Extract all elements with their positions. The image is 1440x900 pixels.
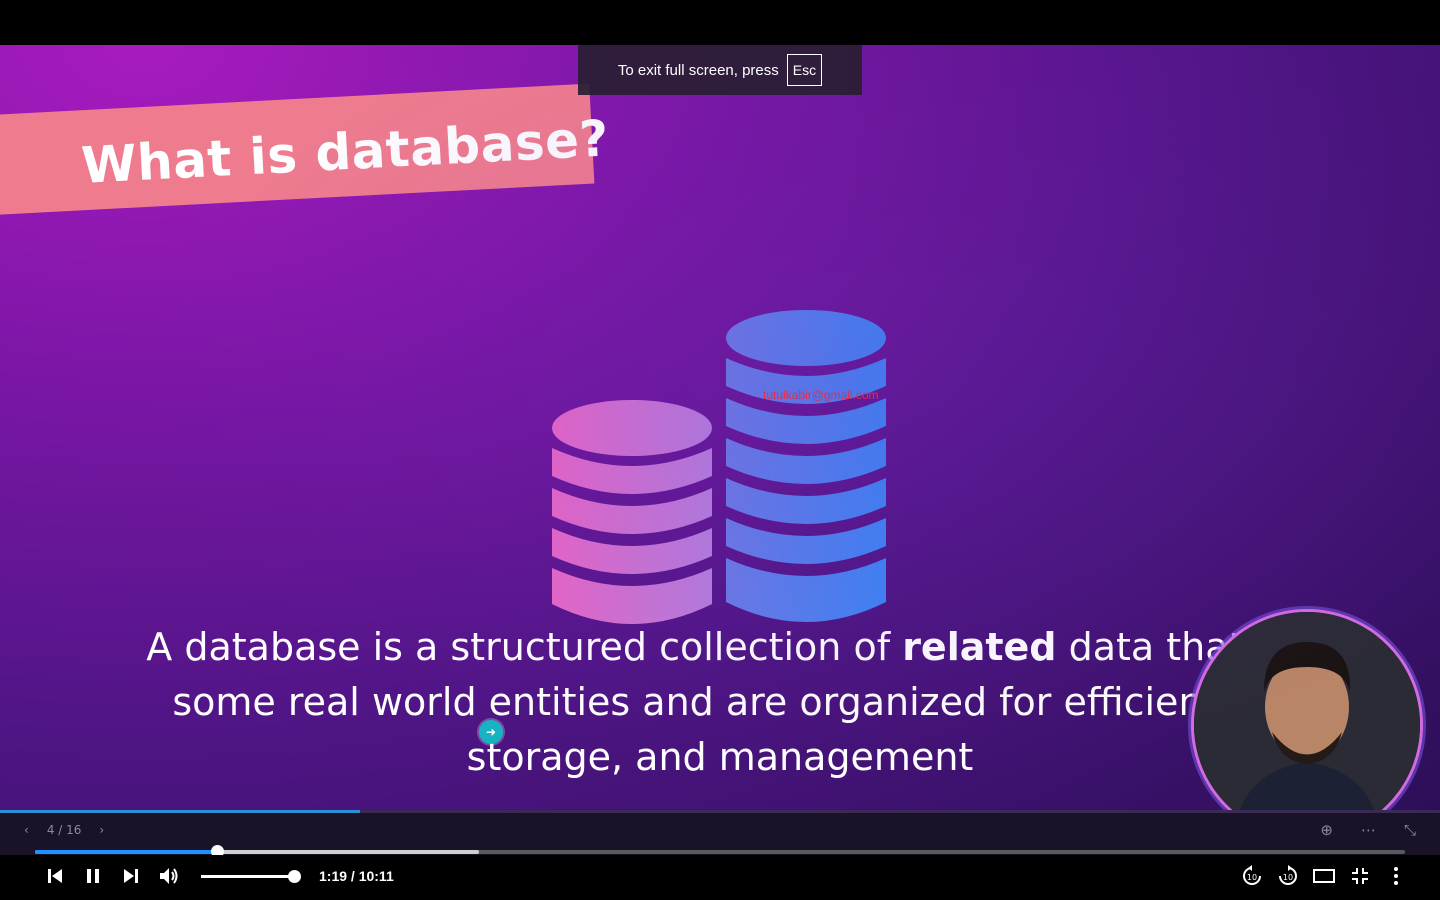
volume-icon[interactable]: [157, 864, 181, 888]
svg-text:10: 10: [1247, 873, 1257, 882]
presenter-silhouette-icon: [1194, 612, 1420, 838]
exit-fullscreen-icon[interactable]: [1348, 864, 1372, 888]
player-controls: 1:19 / 10:11 10 10: [0, 855, 1440, 900]
watermark-email: tutulkabir@gmail.com: [763, 388, 879, 402]
more-options-icon[interactable]: ⋯: [1361, 821, 1376, 839]
pointer-cursor-icon: ➜: [479, 720, 503, 744]
prev-slide-icon[interactable]: ‹: [24, 823, 29, 837]
forward-10-icon[interactable]: 10: [1276, 864, 1300, 888]
fullscreen-notice: To exit full screen, press Esc: [578, 45, 862, 95]
top-black-bar: [0, 0, 1440, 45]
theater-mode-icon[interactable]: [1312, 864, 1336, 888]
caption-line-1: A database is a structured collection of…: [146, 625, 1294, 669]
slide-page-indicator: 4 / 16: [46, 823, 82, 837]
exit-present-icon[interactable]: ⤡: [1404, 821, 1416, 839]
fullscreen-notice-text: To exit full screen, press: [617, 61, 779, 79]
database-stack-icon: [552, 310, 886, 624]
video-frame[interactable]: What is database? tutulkabir@gmail.com A…: [0, 45, 1440, 855]
seek-bar[interactable]: [35, 845, 1405, 858]
more-vertical-icon[interactable]: [1384, 864, 1408, 888]
pause-icon[interactable]: [81, 864, 105, 888]
seek-played: [35, 850, 217, 854]
presenter-webcam: [1194, 612, 1420, 838]
esc-key-badge: Esc: [786, 54, 823, 86]
next-slide-icon[interactable]: ›: [99, 823, 104, 837]
volume-thumb[interactable]: [288, 869, 301, 883]
previous-icon[interactable]: [43, 864, 67, 888]
rewind-10-icon[interactable]: 10: [1240, 864, 1264, 888]
time-display: 1:19 / 10:11: [319, 868, 394, 884]
volume-slider[interactable]: [201, 869, 301, 883]
next-icon[interactable]: [119, 864, 143, 888]
zoom-in-icon[interactable]: ⊕: [1320, 821, 1333, 839]
svg-text:10: 10: [1283, 873, 1293, 882]
